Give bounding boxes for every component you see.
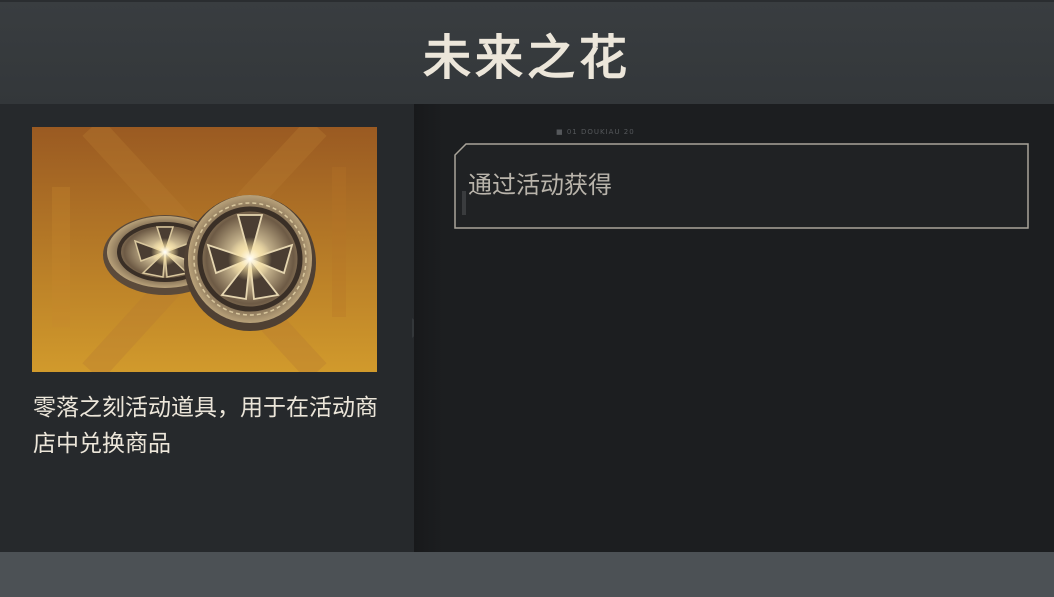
item-info-panel: 零落之刻活动道具，用于在活动商店中兑换商品	[0, 104, 414, 552]
item-detail-screen: 未来之花 零落之刻活动道具，用于在活动商店中兑换商品 ■ 01 DOUKIAU …	[0, 0, 1054, 597]
source-entry-label[interactable]: 通过活动获得	[468, 168, 612, 202]
footer-bar	[0, 552, 1054, 597]
item-image	[32, 127, 377, 372]
source-header-tag: ■ 01 DOUKIAU 20	[556, 128, 635, 136]
page-title: 未来之花	[422, 30, 631, 86]
header-bar: 未来之花	[0, 0, 1054, 104]
item-description: 零落之刻活动道具，用于在活动商店中兑换商品	[33, 395, 378, 457]
